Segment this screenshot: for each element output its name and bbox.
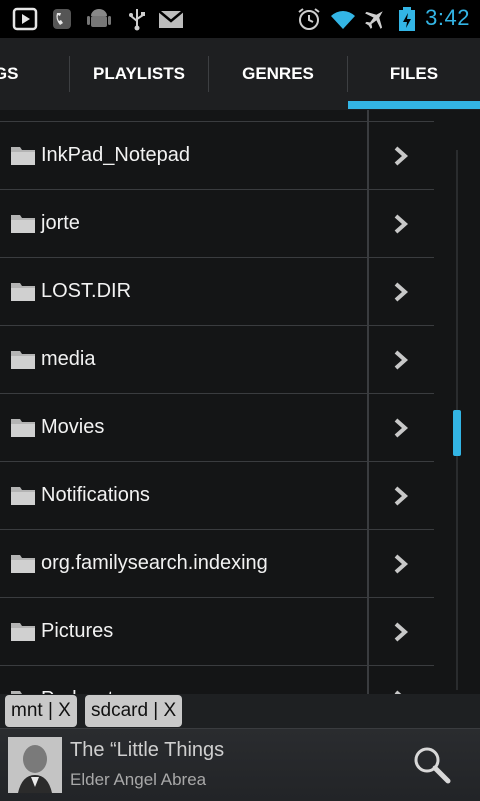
selected-tab-indicator xyxy=(348,101,480,109)
airplane-icon xyxy=(365,11,383,29)
play-icon xyxy=(12,7,38,31)
status-bar: 3:42 xyxy=(0,0,480,38)
list-item[interactable]: Pictures xyxy=(0,598,434,666)
gmail-icon xyxy=(158,10,184,28)
list-item[interactable]: Notifications xyxy=(0,462,434,530)
battery-icon xyxy=(399,7,415,31)
album-art xyxy=(8,737,62,793)
chevron-right-icon[interactable] xyxy=(392,689,410,694)
folder-name: InkPad_Notepad xyxy=(41,144,191,166)
folder-icon xyxy=(11,691,35,694)
chevron-right-icon[interactable] xyxy=(392,621,410,643)
tab-genres[interactable]: GENRES xyxy=(209,38,347,110)
now-playing-bar[interactable]: The “Little Things Elder Angel Abrea xyxy=(0,728,480,801)
folder-name: jorte xyxy=(41,212,80,234)
chevron-right-icon[interactable] xyxy=(392,485,410,507)
folder-icon xyxy=(11,623,35,641)
path-chip-mnt[interactable]: mnt | X xyxy=(5,695,77,727)
list-item[interactable]: media xyxy=(0,326,434,394)
folder-name: LOST.DIR xyxy=(41,280,132,302)
search-icon[interactable] xyxy=(410,743,454,787)
file-list[interactable]: InkPad_Notepad jorte LOST.DIR media Movi… xyxy=(0,110,480,694)
scrollbar-thumb[interactable] xyxy=(453,410,461,456)
tab-songs[interactable]: NGS xyxy=(0,38,60,110)
chevron-right-icon[interactable] xyxy=(392,213,410,235)
folder-name: Notifications xyxy=(41,484,150,506)
list-item[interactable]: Podcasts xyxy=(0,666,434,694)
folder-icon xyxy=(11,419,35,437)
folder-icon xyxy=(11,283,35,301)
list-item[interactable]: Movies xyxy=(0,394,434,462)
list-item[interactable]: org.familysearch.indexing xyxy=(0,530,434,598)
folder-name: Podcasts xyxy=(41,666,123,694)
alarm-icon xyxy=(298,8,320,30)
clock: 3:42 xyxy=(425,5,470,30)
usb-icon xyxy=(129,9,145,31)
tab-playlists[interactable]: PLAYLISTS xyxy=(70,38,208,110)
folder-icon xyxy=(11,215,35,233)
list-top-divider xyxy=(0,110,434,122)
folder-name: Movies xyxy=(41,416,105,438)
list-item[interactable]: InkPad_Notepad xyxy=(0,122,434,190)
folder-name: org.familysearch.indexing xyxy=(41,552,268,574)
list-item[interactable]: LOST.DIR xyxy=(0,258,434,326)
folder-icon xyxy=(11,147,35,165)
chevron-right-icon[interactable] xyxy=(392,145,410,167)
chevron-right-icon[interactable] xyxy=(392,553,410,575)
chevron-right-icon[interactable] xyxy=(392,349,410,371)
android-icon xyxy=(87,9,111,27)
folder-icon xyxy=(11,487,35,505)
folder-icon xyxy=(11,351,35,369)
chevron-right-icon[interactable] xyxy=(392,417,410,439)
path-chip-sdcard[interactable]: sdcard | X xyxy=(85,695,183,727)
chevron-right-icon[interactable] xyxy=(392,281,410,303)
list-item[interactable]: jorte xyxy=(0,190,434,258)
tab-files[interactable]: FILES xyxy=(348,38,480,110)
folder-icon xyxy=(11,555,35,573)
folder-name: Pictures xyxy=(41,620,114,642)
wifi-icon xyxy=(331,11,355,30)
voicemail-icon xyxy=(53,9,71,29)
folder-name: media xyxy=(41,348,96,370)
now-playing-artist: Elder Angel Abrea xyxy=(70,770,207,789)
now-playing-title: The “Little Things xyxy=(70,739,225,761)
